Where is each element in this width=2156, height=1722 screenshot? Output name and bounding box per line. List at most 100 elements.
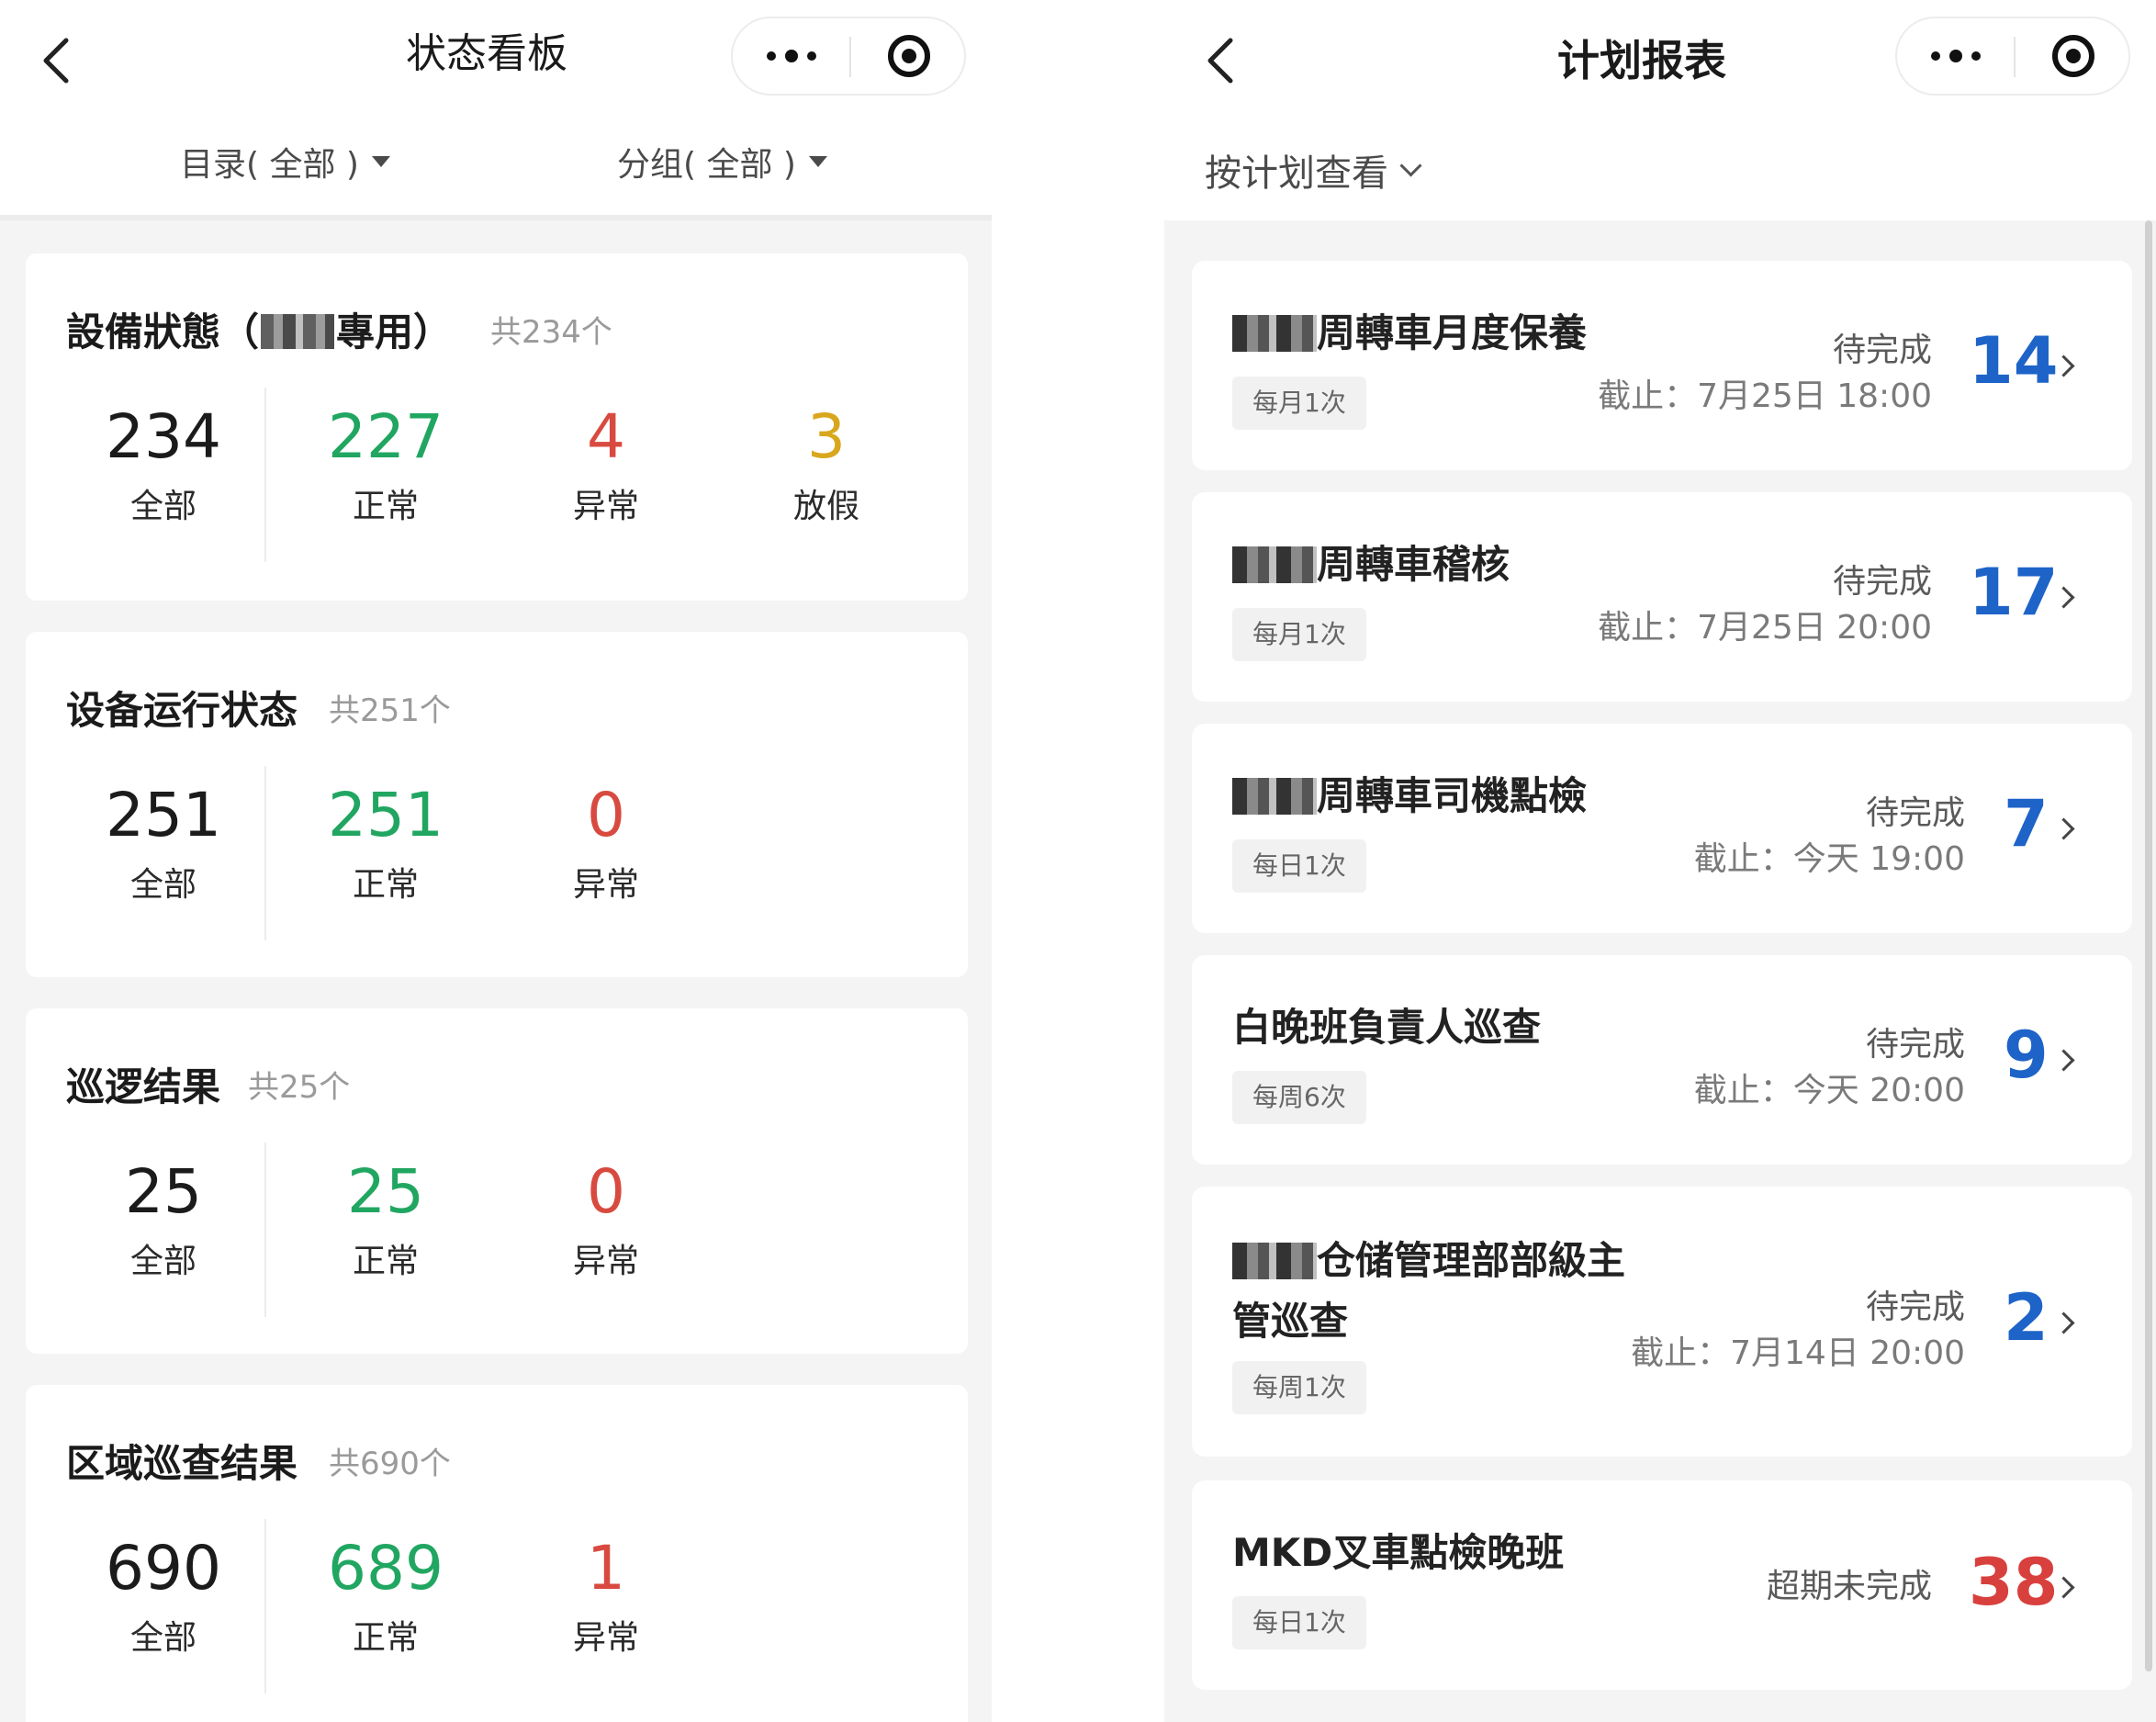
view-filter-label: 按计划查看 [1205,152,1388,195]
plan-name: 白晚班負責人巡查 [1232,1005,1542,1050]
stat-label: 异常 [572,1619,639,1657]
card-title: 設備狀態（ 專用） [66,310,453,355]
plan-status: 待完成 [1832,563,1932,601]
plan-item[interactable]: 周轉車稽核 每月1次 待完成 截止：7月25日 20:00 17 [1192,492,2132,702]
stat-label: 全部 [129,866,197,904]
card-title: 设备运行状态 [66,688,298,733]
stat-label: 正常 [352,1619,419,1657]
more-icon[interactable] [733,18,849,94]
group-filter[interactable]: 分组( 全部 ) [617,138,827,186]
equipment-status-card[interactable]: 設備狀態（ 專用） 共234个 234 全部 227 正常 4 异常 3 放假 [26,253,968,601]
close-record-icon[interactable] [851,18,966,94]
stat-value: 3 [807,401,846,472]
stat-value: 25 [347,1156,424,1227]
pending-count: 2 [2004,1280,2049,1356]
stat-label: 异常 [572,1243,639,1280]
plan-item[interactable]: 周轉車司機點檢 每日1次 待完成 截止：今天 19:00 7 [1192,724,2132,933]
frequency-tag: 每周1次 [1232,1361,1366,1414]
redacted-text [1232,315,1317,352]
equipment-operation-card[interactable]: 设备运行状态 共251个 251 全部 251 正常 0 异常 [26,632,968,977]
pending-count: 14 [1969,323,2059,399]
card-title: 区域巡查结果 [66,1441,298,1486]
stat-value: 690 [106,1533,221,1604]
plan-item[interactable]: 白晚班負責人巡查 每周6次 待完成 截止：今天 20:00 9 [1192,955,2132,1165]
stat-normal[interactable]: 251 正常 [275,779,496,906]
frequency-tag: 每周6次 [1232,1071,1366,1124]
plan-item[interactable]: 周轉車月度保養 每月1次 待完成 截止：7月25日 18:00 14 [1192,261,2132,470]
redacted-text [1232,546,1317,583]
status-board-screen: 状态看板 目录( 全部 ) 分组( 全部 ) 設備狀態（ 專用） 共234个 23… [0,0,992,1722]
stat-normal[interactable]: 689 正常 [275,1532,496,1659]
chevron-right-icon [2052,1049,2075,1072]
stat-normal[interactable]: 227 正常 [275,400,496,527]
stat-abnormal[interactable]: 1 异常 [496,1532,716,1659]
plan-deadline: 截止：今天 20:00 [1693,1072,1965,1109]
mini-program-capsule [1895,17,2130,96]
plan-item[interactable]: 仓储管理部部級主 管巡查 每周1次 待完成 截止：7月14日 20:00 2 [1192,1187,2132,1457]
stat-label: 全部 [129,488,197,525]
stat-value: 1 [587,1533,625,1604]
catalog-filter[interactable]: 目录( 全部 ) [180,138,390,186]
patrol-result-card[interactable]: 巡逻结果 共25个 25 全部 25 正常 0 异常 [26,1008,968,1354]
stat-abnormal[interactable]: 4 异常 [496,400,716,527]
card-count: 共25个 [248,1069,351,1106]
stat-label: 正常 [352,1243,419,1280]
pending-count: 9 [2004,1018,2049,1093]
frequency-tag: 每月1次 [1232,608,1366,661]
stat-total[interactable]: 251 全部 [53,779,274,906]
nav-bar: 状态看板 目录( 全部 ) 分组( 全部 ) [0,0,992,220]
card-title: 巡逻结果 [66,1064,221,1109]
stat-label: 全部 [129,1243,197,1280]
stat-normal[interactable]: 25 正常 [275,1155,496,1282]
plan-name: 周轉車司機點檢 [1232,766,1587,827]
stat-value: 4 [587,401,625,472]
plan-deadline: 截止：7月14日 20:00 [1631,1334,1965,1372]
plan-name: 周轉車月度保養 [1232,303,1587,364]
stat-holiday[interactable]: 3 放假 [716,400,937,527]
plan-item[interactable]: MKD叉車點檢晚班 每日1次 超期未完成 38 [1192,1480,2132,1690]
plan-status: 超期未完成 [1766,1568,1932,1605]
stat-value: 251 [328,780,444,850]
group-filter-label: 分组( 全部 ) [617,146,796,184]
plan-name: MKD叉車點檢晚班 [1232,1530,1565,1575]
caret-down-icon [808,156,827,167]
card-count: 共251个 [329,692,451,729]
card-count: 共690个 [329,1446,451,1482]
stat-total[interactable]: 25 全部 [53,1155,274,1282]
plan-deadline: 截止：今天 19:00 [1693,840,1965,878]
stat-label: 全部 [129,1619,197,1657]
view-by-plan-filter[interactable]: 按计划查看 [1205,143,1422,197]
close-record-icon[interactable] [2016,18,2130,94]
stat-value: 0 [587,780,625,850]
stat-total[interactable]: 234 全部 [53,400,274,527]
stat-abnormal[interactable]: 0 异常 [496,1155,716,1282]
plan-name: 仓储管理部部級主 管巡查 [1232,1238,1626,1344]
frequency-tag: 每日1次 [1232,1596,1366,1649]
plan-deadline: 截止：7月25日 20:00 [1598,609,1932,647]
frequency-tag: 每日1次 [1232,839,1366,893]
mini-program-capsule [731,17,966,96]
stat-value: 689 [328,1533,444,1604]
frequency-tag: 每月1次 [1232,377,1366,430]
redacted-text [261,314,335,349]
plan-status: 待完成 [1865,1026,1965,1064]
more-icon[interactable] [1897,18,2014,94]
plan-status: 待完成 [1865,1289,1965,1326]
stat-total[interactable]: 690 全部 [53,1532,274,1659]
nav-bar: 计划报表 按计划查看 [1164,0,2156,220]
overdue-count: 38 [1969,1545,2059,1620]
stat-label: 异常 [572,488,639,525]
pending-count: 17 [1969,555,2059,630]
chevron-down-icon [1399,153,1422,177]
caret-down-icon [371,156,390,167]
stat-value: 25 [125,1156,202,1227]
chevron-right-icon [2052,817,2075,840]
area-inspection-card[interactable]: 区域巡查结果 共690个 690 全部 689 正常 1 异常 [26,1385,968,1722]
pending-count: 7 [2004,786,2049,861]
plan-report-screen: 计划报表 按计划查看 周轉車月度保養 每月1次 待完成 截止：7月25日 18:… [1164,0,2156,1722]
stat-abnormal[interactable]: 0 异常 [496,779,716,906]
scrollbar[interactable] [2145,220,2152,1671]
redacted-text [1232,1243,1317,1279]
stat-label: 正常 [352,488,419,525]
stat-label: 放假 [792,488,859,525]
